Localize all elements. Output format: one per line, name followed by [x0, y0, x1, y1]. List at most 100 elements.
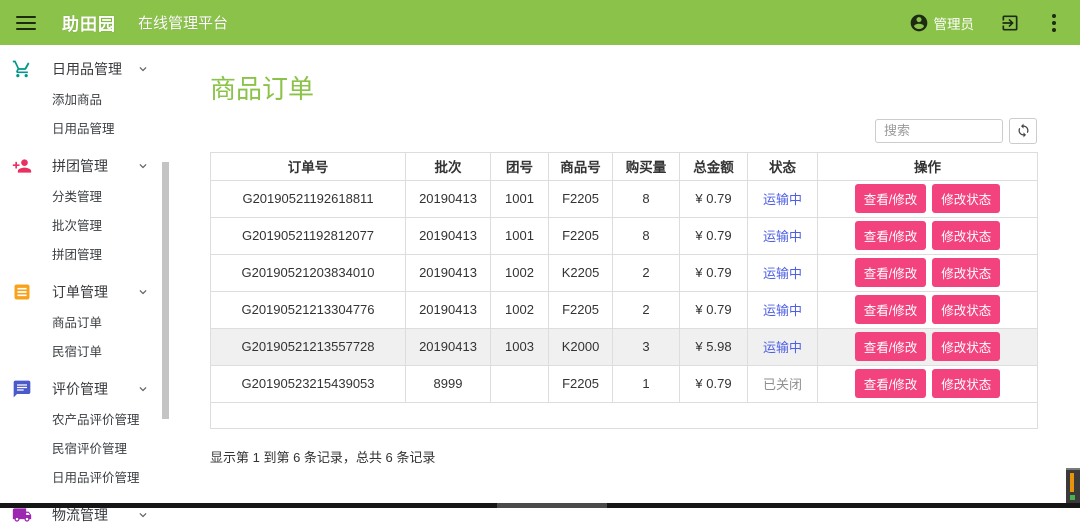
- column-header: 订单号: [211, 152, 406, 180]
- view-edit-button[interactable]: 查看/修改: [855, 332, 926, 361]
- column-header: 团号: [491, 152, 549, 180]
- cell-actions: 查看/修改修改状态: [818, 328, 1038, 365]
- cell-actions: 查看/修改修改状态: [818, 217, 1038, 254]
- logout-button[interactable]: [1000, 13, 1020, 33]
- corner-scroll-widget[interactable]: [1066, 468, 1080, 503]
- cell-batch: 20190413: [406, 180, 491, 217]
- sidebar-subitem-3-2[interactable]: 日用品评价管理: [0, 462, 190, 491]
- sidebar-item-group-0[interactable]: 日用品管理: [0, 54, 190, 84]
- change-status-button[interactable]: 修改状态: [932, 332, 1000, 361]
- cell-status: 运输中: [748, 291, 818, 328]
- sidebar-subitem-0-0[interactable]: 添加商品: [0, 84, 190, 113]
- cell-group: 1002: [491, 254, 549, 291]
- table-header-row: 订单号批次团号商品号购买量总金额状态操作: [211, 152, 1038, 180]
- cell-product: K2000: [549, 328, 613, 365]
- cell-product: F2205: [549, 217, 613, 254]
- column-header: 商品号: [549, 152, 613, 180]
- bottom-edge-segment: [497, 503, 607, 508]
- chevron-down-icon: [136, 159, 150, 173]
- chevron-down-icon: [136, 62, 150, 76]
- cell-batch: 20190413: [406, 254, 491, 291]
- cell-status: 运输中: [748, 217, 818, 254]
- view-edit-button[interactable]: 查看/修改: [855, 221, 926, 250]
- exit-icon: [1000, 13, 1020, 33]
- cell-actions: 查看/修改修改状态: [818, 365, 1038, 402]
- app-header: 助田园 在线管理平台 管理员: [0, 0, 1080, 45]
- column-header: 批次: [406, 152, 491, 180]
- account-icon: [909, 13, 929, 33]
- view-edit-button[interactable]: 查看/修改: [855, 295, 926, 324]
- cell-actions: 查看/修改修改状态: [818, 291, 1038, 328]
- cell-order_no: G20190521213304776: [211, 291, 406, 328]
- table-row: G20190521192618811201904131001F22058¥ 0.…: [211, 180, 1038, 217]
- cell-order_no: G20190521192618811: [211, 180, 406, 217]
- cell-total: ¥ 0.79: [680, 365, 748, 402]
- sidebar-item-label: 订单管理: [52, 282, 136, 302]
- status-link[interactable]: 运输中: [763, 340, 802, 355]
- change-status-button[interactable]: 修改状态: [932, 369, 1000, 398]
- cell-status: 运输中: [748, 254, 818, 291]
- column-header: 购买量: [613, 152, 680, 180]
- chevron-down-icon: [136, 382, 150, 396]
- cell-status: 运输中: [748, 328, 818, 365]
- cell-product: F2205: [549, 180, 613, 217]
- status-link[interactable]: 运输中: [763, 192, 802, 207]
- cell-order_no: G20190521203834010: [211, 254, 406, 291]
- status-link[interactable]: 运输中: [763, 229, 802, 244]
- change-status-button[interactable]: 修改状态: [932, 184, 1000, 213]
- truck-icon: [12, 505, 32, 525]
- cell-product: K2205: [549, 254, 613, 291]
- change-status-button[interactable]: 修改状态: [932, 295, 1000, 324]
- cell-batch: 20190413: [406, 291, 491, 328]
- menu-icon[interactable]: [16, 16, 36, 30]
- sidebar: 日用品管理添加商品日用品管理拼团管理分类管理批次管理拼团管理订单管理商品订单民宿…: [0, 45, 190, 503]
- app-subtitle: 在线管理平台: [138, 12, 228, 33]
- cell-qty: 2: [613, 254, 680, 291]
- sidebar-subitem-0-1[interactable]: 日用品管理: [0, 113, 190, 142]
- cell-total: ¥ 0.79: [680, 254, 748, 291]
- cell-actions: 查看/修改修改状态: [818, 254, 1038, 291]
- user-name: 管理员: [934, 13, 975, 33]
- column-header: 总金额: [680, 152, 748, 180]
- search-input[interactable]: [875, 119, 1003, 143]
- cell-batch: 8999: [406, 365, 491, 402]
- status-link[interactable]: 运输中: [763, 303, 802, 318]
- sidebar-scrollbar[interactable]: [162, 162, 169, 419]
- change-status-button[interactable]: 修改状态: [932, 258, 1000, 287]
- cell-total: ¥ 5.98: [680, 328, 748, 365]
- corner-widget-bar: [1070, 473, 1074, 492]
- cell-qty: 8: [613, 217, 680, 254]
- cell-batch: 20190413: [406, 328, 491, 365]
- status-link[interactable]: 运输中: [763, 266, 802, 281]
- sidebar-item-label: 日用品管理: [52, 59, 136, 79]
- cell-order_no: G20190523215439053: [211, 365, 406, 402]
- view-edit-button[interactable]: 查看/修改: [855, 184, 926, 213]
- main-content: 商品订单 订单号批次团号商品号购买量总金额状态操作 G2019052119261…: [190, 45, 1080, 508]
- sidebar-subitem-3-1[interactable]: 民宿评价管理: [0, 433, 190, 462]
- refresh-button[interactable]: [1009, 118, 1037, 144]
- cell-product: F2205: [549, 365, 613, 402]
- cell-status: 运输中: [748, 180, 818, 217]
- view-edit-button[interactable]: 查看/修改: [855, 369, 926, 398]
- cell-group: [491, 365, 549, 402]
- view-edit-button[interactable]: 查看/修改: [855, 258, 926, 287]
- chat-icon: [12, 379, 32, 399]
- person-add-icon: [12, 156, 32, 176]
- refresh-icon: [1016, 123, 1031, 138]
- bottom-edge-bar: [0, 503, 1080, 508]
- list-icon: [12, 282, 32, 302]
- brand-title: 助田园: [62, 10, 116, 35]
- cell-order_no: G20190521213557728: [211, 328, 406, 365]
- user-menu[interactable]: 管理员: [909, 13, 975, 33]
- sidebar-item-label: 物流管理: [52, 505, 136, 525]
- page-title: 商品订单: [210, 75, 1037, 104]
- corner-widget-dot: [1070, 495, 1075, 500]
- cell-product: F2205: [549, 291, 613, 328]
- change-status-button[interactable]: 修改状态: [932, 221, 1000, 250]
- table-row: G20190521213557728201904131003K20003¥ 5.…: [211, 328, 1038, 365]
- sidebar-item-label: 评价管理: [52, 379, 136, 399]
- cell-qty: 8: [613, 180, 680, 217]
- cell-order_no: G20190521192812077: [211, 217, 406, 254]
- kebab-menu-icon[interactable]: [1046, 12, 1062, 34]
- column-header: 操作: [818, 152, 1038, 180]
